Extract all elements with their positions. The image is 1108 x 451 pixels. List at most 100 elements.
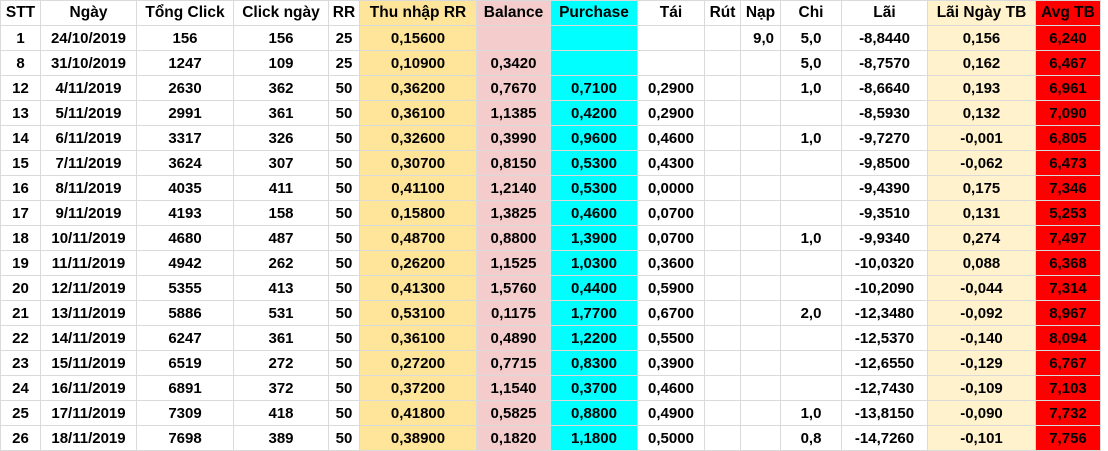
cell-tai[interactable]: 0,0000 [637,175,705,201]
cell-ngay[interactable]: 31/10/2019 [40,50,137,76]
cell-chi[interactable] [780,275,842,301]
cell-thu-nhap-rr[interactable]: 0,36100 [359,100,477,126]
cell-nap[interactable] [740,325,781,351]
cell-thu-nhap-rr[interactable]: 0,27200 [359,350,477,376]
cell-thu-nhap-rr[interactable]: 0,41100 [359,175,477,201]
cell-nap[interactable] [740,225,781,251]
cell-lai-ngay-tb[interactable]: 0,175 [927,175,1036,201]
cell-avg-tb[interactable]: 6,240 [1035,25,1101,51]
cell-ngay[interactable]: 24/10/2019 [40,25,137,51]
cell-stt[interactable]: 26 [0,425,41,451]
cell-lai-ngay-tb[interactable]: 0,162 [927,50,1036,76]
cell-avg-tb[interactable]: 7,314 [1035,275,1101,301]
cell-tong-click[interactable]: 2991 [136,100,234,126]
column-header-stt[interactable]: STT [0,0,41,26]
cell-lai-ngay-tb[interactable]: -0,092 [927,300,1036,326]
cell-click-ngay[interactable]: 307 [233,150,329,176]
cell-tai[interactable]: 0,3900 [637,350,705,376]
cell-nap[interactable] [740,275,781,301]
cell-lai[interactable]: -8,6640 [841,75,928,101]
cell-rut[interactable] [704,100,741,126]
cell-click-ngay[interactable]: 372 [233,375,329,401]
cell-lai[interactable]: -9,3510 [841,200,928,226]
cell-rr[interactable]: 50 [328,425,360,451]
cell-rr[interactable]: 50 [328,200,360,226]
cell-nap[interactable] [740,125,781,151]
column-header-lai[interactable]: Lãi [841,0,928,26]
cell-tai[interactable]: 0,5500 [637,325,705,351]
column-header-rr[interactable]: RR [328,0,360,26]
cell-stt[interactable]: 24 [0,375,41,401]
cell-avg-tb[interactable]: 6,467 [1035,50,1101,76]
cell-ngay[interactable]: 11/11/2019 [40,250,137,276]
cell-rut[interactable] [704,250,741,276]
cell-lai[interactable]: -12,3480 [841,300,928,326]
cell-lai[interactable]: -9,7270 [841,125,928,151]
cell-purchase[interactable]: 0,8800 [550,400,638,426]
cell-ngay[interactable]: 8/11/2019 [40,175,137,201]
cell-avg-tb[interactable]: 8,094 [1035,325,1101,351]
column-header-tong-click[interactable]: Tổng Click [136,0,234,26]
cell-thu-nhap-rr[interactable]: 0,38900 [359,425,477,451]
cell-balance[interactable]: 0,3420 [476,50,551,76]
cell-purchase[interactable]: 0,9600 [550,125,638,151]
cell-rr[interactable]: 50 [328,225,360,251]
cell-rut[interactable] [704,350,741,376]
cell-thu-nhap-rr[interactable]: 0,26200 [359,250,477,276]
cell-thu-nhap-rr[interactable]: 0,53100 [359,300,477,326]
column-header-nap[interactable]: Nạp [740,0,781,26]
cell-rr[interactable]: 50 [328,150,360,176]
cell-avg-tb[interactable]: 6,368 [1035,250,1101,276]
cell-lai[interactable]: -9,9340 [841,225,928,251]
cell-tong-click[interactable]: 3317 [136,125,234,151]
column-header-thu-nhap-rr[interactable]: Thu nhập RR [359,0,477,26]
cell-lai[interactable]: -13,8150 [841,400,928,426]
cell-rut[interactable] [704,150,741,176]
cell-avg-tb[interactable]: 7,756 [1035,425,1101,451]
cell-tong-click[interactable]: 7698 [136,425,234,451]
column-header-balance[interactable]: Balance [476,0,551,26]
cell-nap[interactable] [740,175,781,201]
cell-tai[interactable]: 0,0700 [637,225,705,251]
cell-lai-ngay-tb[interactable]: 0,132 [927,100,1036,126]
cell-chi[interactable] [780,250,842,276]
cell-click-ngay[interactable]: 487 [233,225,329,251]
cell-stt[interactable]: 15 [0,150,41,176]
cell-lai-ngay-tb[interactable]: -0,090 [927,400,1036,426]
cell-chi[interactable] [780,150,842,176]
cell-purchase[interactable]: 1,1800 [550,425,638,451]
cell-lai-ngay-tb[interactable]: -0,001 [927,125,1036,151]
cell-purchase[interactable]: 0,7100 [550,75,638,101]
cell-rut[interactable] [704,375,741,401]
cell-ngay[interactable]: 17/11/2019 [40,400,137,426]
cell-tong-click[interactable]: 156 [136,25,234,51]
cell-tai[interactable] [637,50,705,76]
cell-stt[interactable]: 25 [0,400,41,426]
cell-click-ngay[interactable]: 413 [233,275,329,301]
cell-avg-tb[interactable]: 7,497 [1035,225,1101,251]
cell-balance[interactable] [476,25,551,51]
cell-tong-click[interactable]: 6891 [136,375,234,401]
cell-thu-nhap-rr[interactable]: 0,36200 [359,75,477,101]
cell-stt[interactable]: 23 [0,350,41,376]
cell-chi[interactable]: 1,0 [780,125,842,151]
cell-balance[interactable]: 0,5825 [476,400,551,426]
cell-rr[interactable]: 25 [328,25,360,51]
cell-chi[interactable]: 5,0 [780,25,842,51]
cell-stt[interactable]: 12 [0,75,41,101]
cell-avg-tb[interactable]: 7,103 [1035,375,1101,401]
column-header-tai[interactable]: Tái [637,0,705,26]
cell-balance[interactable]: 1,1540 [476,375,551,401]
cell-tong-click[interactable]: 4942 [136,250,234,276]
cell-tai[interactable]: 0,4600 [637,375,705,401]
cell-rr[interactable]: 50 [328,375,360,401]
cell-rr[interactable]: 50 [328,350,360,376]
cell-thu-nhap-rr[interactable]: 0,37200 [359,375,477,401]
column-header-avg-tb[interactable]: Avg TB [1035,0,1101,26]
cell-balance[interactable]: 0,7670 [476,75,551,101]
cell-stt[interactable]: 22 [0,325,41,351]
cell-click-ngay[interactable]: 272 [233,350,329,376]
cell-lai-ngay-tb[interactable]: 0,193 [927,75,1036,101]
cell-stt[interactable]: 14 [0,125,41,151]
cell-tai[interactable]: 0,5000 [637,425,705,451]
